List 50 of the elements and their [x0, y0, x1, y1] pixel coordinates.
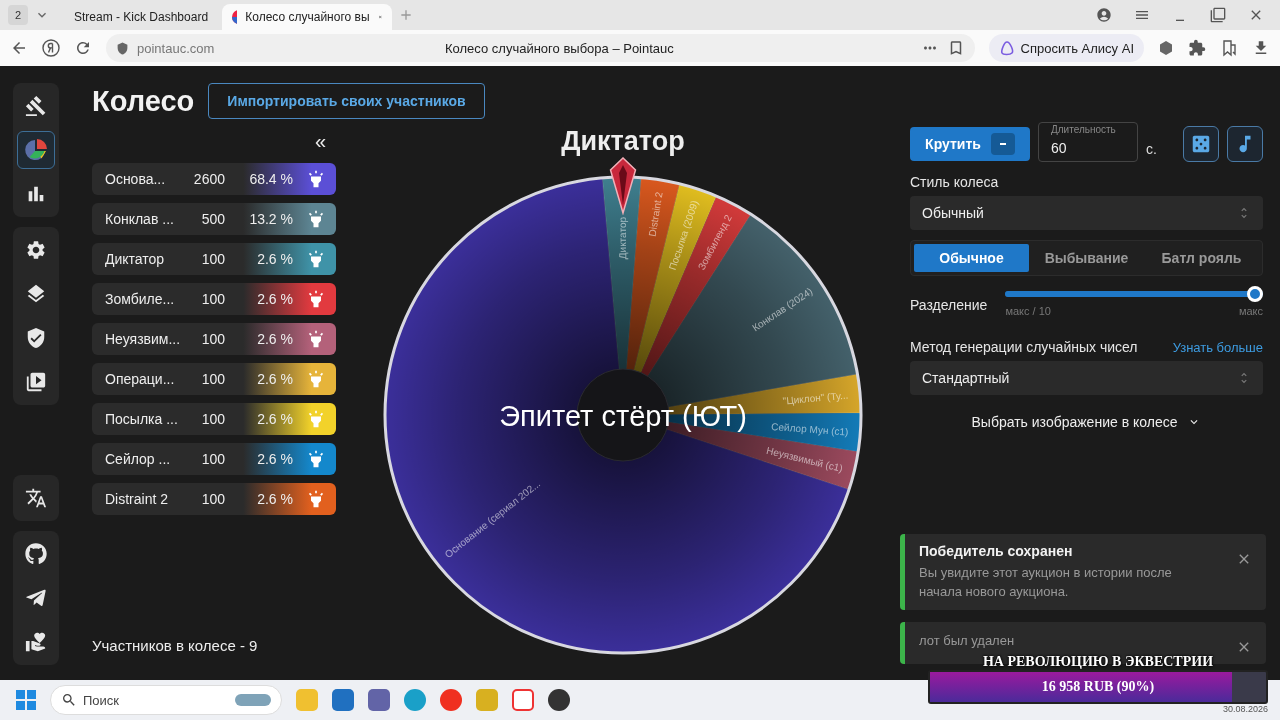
page-title: Колесо — [92, 84, 195, 118]
winner-title: Диктатор — [561, 125, 685, 157]
seconds-unit: с. — [1146, 141, 1157, 157]
spin-result-text: Эпитет стёрт (ЮТ) — [499, 400, 747, 432]
participant-share: 2.6 % — [256, 491, 293, 507]
participant-amount: 2600 — [192, 171, 225, 187]
participant-share: 2.6 % — [256, 371, 293, 387]
participant-share: 2.6 % — [256, 411, 293, 427]
tab-title: Stream - Kick Dashboard — [74, 10, 209, 24]
participant-amount: 100 — [200, 251, 225, 267]
field-label: Стиль колеса — [910, 174, 1000, 190]
goal-title: НА РЕВОЛЮЦИЮ В ЭКВЕСТРИИ — [982, 654, 1214, 670]
participants-count: Участников в колесе - 9 — [92, 637, 259, 654]
taskbar-date: 30.08.2026 — [1222, 704, 1268, 714]
participant-amount: 100 — [200, 491, 225, 507]
participant-amount: 100 — [200, 371, 225, 387]
participant-name: Конклав ... — [105, 211, 175, 227]
participant-name: Distraint 2 — [105, 491, 170, 507]
field-label: Разделение — [910, 296, 988, 313]
participant-share: 2.6 % — [256, 251, 293, 267]
slider-mark: макс / 10 — [1005, 305, 1051, 317]
participant-amount: 100 — [200, 331, 225, 347]
goal-amount: 16 958 RUB (90%) — [1041, 679, 1155, 695]
participant-amount: 100 — [200, 291, 225, 307]
participant-name: Неуязвим... — [105, 331, 182, 347]
participant-name: Основа... — [105, 171, 167, 187]
slider-mark: макс — [1238, 305, 1263, 317]
participant-share: 2.6 % — [256, 331, 293, 347]
participant-name: Посылка ... — [105, 411, 179, 427]
participant-name: Сейлор ... — [105, 451, 172, 467]
participant-share: 2.6 % — [256, 451, 293, 467]
field-label: Длительность — [1050, 124, 1117, 135]
segment-label: Distraint 2 — [646, 191, 665, 238]
participant-amount: 100 — [200, 411, 225, 427]
participant-name: Зомбиле... — [105, 291, 176, 307]
notification-message: лот был удален — [919, 632, 1016, 650]
participant-share: 2.6 % — [256, 291, 293, 307]
participant-share: 13.2 % — [248, 211, 293, 227]
participant-amount: 500 — [200, 211, 225, 227]
participant-share: 68.4 % — [248, 171, 293, 187]
segment-label: Сейлор Мун (с1) — [770, 420, 849, 438]
segment-label: Диктатор — [616, 216, 629, 260]
tab-title: Колесо случайного вы — [245, 10, 370, 24]
segment-label: "Циклон" (Ту... — [782, 389, 849, 407]
participant-name: Диктатор — [105, 251, 166, 267]
field-label: Метод генерации случайных чисел — [910, 339, 1138, 355]
participant-name: Операци... — [105, 371, 176, 387]
participant-amount: 100 — [200, 451, 225, 467]
notification-message: Вы увидите этот аукцион в истории после начала нового аукциона. — [919, 564, 1173, 601]
notification-title: Победитель сохранен — [919, 543, 1074, 559]
